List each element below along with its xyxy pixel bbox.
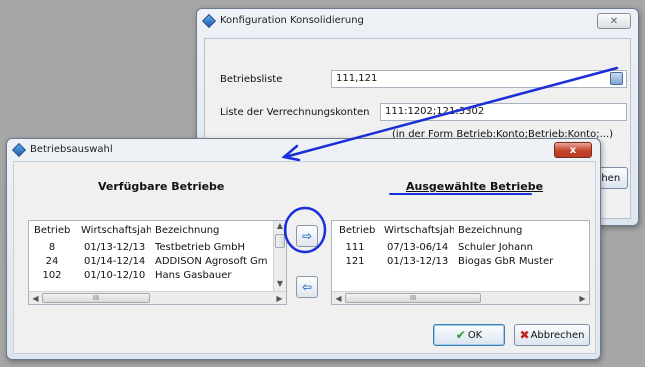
cell-betrieb: 121 (345, 256, 365, 267)
cell-bezeichnung: ADDISON Agrosoft Gm (155, 256, 268, 267)
konfiguration-close-button[interactable]: ✕ (597, 13, 631, 29)
betriebsauswahl-close-button[interactable]: x (554, 142, 592, 158)
cell-betrieb: 111 (345, 242, 365, 253)
scroll-track[interactable]: III (345, 292, 576, 304)
cell-jahr: 01/13-12/13 (84, 242, 146, 253)
cell-bezeichnung: Schuler Johann (458, 242, 533, 253)
cell-bezeichnung: Biogas GbR Muster (458, 256, 554, 267)
table-row[interactable]: 8 01/13-12/13 Testbetrieb GmbH (29, 241, 286, 254)
scroll-right-icon[interactable]: ▶ (576, 294, 589, 303)
abbrechen-label: Abbrechen (530, 329, 585, 341)
cell-bezeichnung: Hans Gasbauer (155, 270, 232, 281)
betriebsliste-input[interactable]: 111,121 (331, 70, 627, 88)
add-to-selection-button[interactable]: ⇨ (296, 225, 318, 247)
cell-jahr: 01/10-12/10 (84, 270, 146, 281)
cell-betrieb: 24 (45, 256, 59, 267)
selected-horizontal-scrollbar[interactable]: ◀ III ▶ (332, 291, 589, 304)
cell-jahr: 01/13-12/13 (387, 256, 449, 267)
col-wirtschaftsjahr[interactable]: Wirtschaftsjahr (75, 225, 151, 236)
col-betrieb[interactable]: Betrieb (29, 225, 75, 236)
abbrechen-button[interactable]: ✖ Abbrechen (514, 324, 590, 346)
konfiguration-titlebar[interactable]: Konfiguration Konsolidierung (197, 9, 638, 31)
scroll-thumb[interactable]: III (42, 293, 150, 303)
table-row[interactable]: 102 01/10-12/10 Hans Gasbauer (29, 269, 286, 282)
x-icon: ✖ (519, 328, 530, 342)
scroll-thumb[interactable] (275, 234, 285, 248)
scroll-left-icon[interactable]: ◀ (332, 294, 345, 303)
cell-jahr: 07/13-06/14 (387, 242, 449, 253)
cell-betrieb: 102 (42, 270, 62, 281)
cell-jahr: 01/14-12/14 (84, 256, 146, 267)
col-bezeichnung[interactable]: Bezeichnung (151, 225, 271, 236)
available-vertical-scrollbar[interactable]: ▲ ▼ (273, 221, 286, 291)
konfiguration-title: Konfiguration Konsolidierung (220, 14, 364, 26)
selected-list[interactable]: Betrieb Wirtschaftsjahr Bezeichnung 111 … (331, 220, 590, 305)
cell-bezeichnung: Testbetrieb GmbH (155, 242, 246, 253)
table-row[interactable]: 24 01/14-12/14 ADDISON Agrosoft Gm (29, 255, 286, 268)
col-wirtschaftsjahr[interactable]: Wirtschaftsjahr (378, 225, 454, 236)
table-row[interactable]: 111 07/13-06/14 Schuler Johann (332, 241, 589, 254)
check-icon: ✔ (455, 328, 466, 342)
available-list-header: Betrieb Wirtschaftsjahr Bezeichnung (29, 221, 286, 239)
remove-from-selection-button[interactable]: ⇦ (296, 276, 318, 298)
scroll-track[interactable]: III (42, 292, 273, 304)
cell-betrieb: 8 (48, 242, 56, 253)
ok-label: OK (467, 329, 483, 341)
konten-input[interactable]: 111:1202;121:3302 (380, 103, 627, 121)
table-row[interactable]: 121 01/13-12/13 Biogas GbR Muster (332, 255, 589, 268)
col-bezeichnung[interactable]: Bezeichnung (454, 225, 574, 236)
betriebsauswahl-titlebar[interactable]: Betriebsauswahl (7, 139, 600, 159)
selected-list-header: Betrieb Wirtschaftsjahr Bezeichnung (332, 221, 589, 239)
betriebsliste-label: Betriebsliste (220, 74, 283, 85)
scroll-right-icon[interactable]: ▶ (273, 294, 286, 303)
betriebsauswahl-title: Betriebsauswahl (30, 143, 113, 155)
scroll-down-icon[interactable]: ▼ (274, 279, 286, 291)
betriebsauswahl-client-area: Verfügbare Betriebe Ausgewählte Betriebe… (13, 161, 596, 354)
col-betrieb[interactable]: Betrieb (332, 225, 378, 236)
scroll-thumb[interactable]: III (345, 293, 481, 303)
scroll-up-icon[interactable]: ▲ (274, 221, 286, 233)
konten-label: Liste der Verrechnungskonten (220, 107, 370, 118)
app-diamond-icon (203, 15, 214, 26)
ok-button[interactable]: ✔ OK (433, 324, 505, 346)
betriebsauswahl-window: Betriebsauswahl x Verfügbare Betriebe Au… (6, 138, 601, 360)
available-horizontal-scrollbar[interactable]: ◀ III ▶ (29, 291, 286, 304)
available-heading: Verfügbare Betriebe (98, 180, 225, 193)
selected-heading: Ausgewählte Betriebe (406, 180, 544, 193)
app-diamond-icon (13, 144, 24, 155)
available-list[interactable]: Betrieb Wirtschaftsjahr Bezeichnung 8 01… (28, 220, 287, 305)
betriebsliste-picker-button[interactable] (610, 72, 623, 85)
scroll-left-icon[interactable]: ◀ (29, 294, 42, 303)
